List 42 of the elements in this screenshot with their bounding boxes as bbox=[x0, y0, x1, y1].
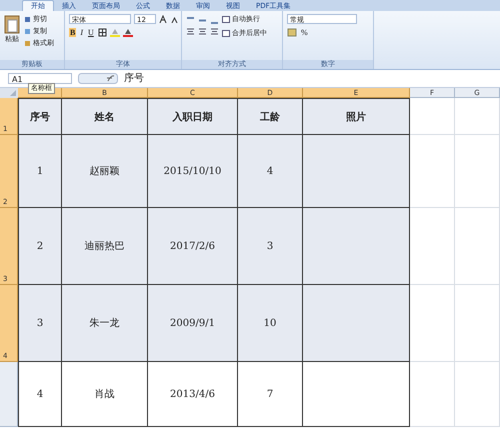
table-cell: 迪丽热巴 bbox=[62, 208, 148, 285]
merge-icon bbox=[222, 30, 230, 36]
column-title: 序号 bbox=[18, 98, 62, 135]
column-title: 工龄 bbox=[238, 98, 303, 135]
table-cell: 朱一龙 bbox=[62, 285, 148, 362]
table-cell: 3 bbox=[238, 208, 303, 285]
border-icon[interactable] bbox=[98, 28, 107, 37]
empty-grid-cell bbox=[410, 362, 455, 427]
table-cell: 2017/2/6 bbox=[148, 208, 238, 285]
percent-button[interactable]: % bbox=[300, 28, 309, 37]
grow-font-icon[interactable] bbox=[159, 15, 168, 23]
column-title: 姓名 bbox=[62, 98, 148, 135]
table-cell: 赵丽颖 bbox=[62, 135, 148, 208]
column-title: 入职日期 bbox=[148, 98, 238, 135]
italic-button[interactable]: I bbox=[79, 28, 84, 37]
name-box[interactable]: A1 bbox=[8, 72, 72, 84]
table-cell: 4 bbox=[18, 362, 62, 427]
align-icon[interactable] bbox=[210, 28, 219, 36]
bold-button[interactable]: B bbox=[69, 28, 76, 37]
underline-button[interactable]: U bbox=[87, 28, 95, 37]
table-cell: 2009/9/1 bbox=[148, 285, 238, 362]
table-cell: 2013/4/6 bbox=[148, 362, 238, 427]
table-cell: 1 bbox=[18, 135, 62, 208]
wrap-icon bbox=[222, 16, 230, 22]
font-color-icon[interactable] bbox=[122, 28, 133, 37]
formula-field[interactable]: 序号 bbox=[124, 71, 144, 85]
table-cell: 2 bbox=[18, 208, 62, 285]
empty-grid-cell bbox=[455, 362, 500, 427]
fill-color-icon[interactable] bbox=[110, 28, 120, 37]
table-cell: 4 bbox=[238, 135, 303, 208]
table-cell: 肖战 bbox=[62, 362, 148, 427]
empty-grid-cell bbox=[455, 98, 500, 135]
align-icon[interactable] bbox=[198, 28, 207, 36]
column-title: 照片 bbox=[303, 98, 410, 135]
table-cell: 2015/10/10 bbox=[148, 135, 238, 208]
table-cell: 7 bbox=[238, 362, 303, 427]
align-icon[interactable] bbox=[186, 28, 195, 36]
table-cell: 3 bbox=[18, 285, 62, 362]
shrink-font-icon[interactable] bbox=[171, 15, 179, 23]
table-cell: 10 bbox=[238, 285, 303, 362]
clipboard-icon bbox=[4, 14, 20, 34]
fx-icon[interactable] bbox=[78, 72, 118, 84]
